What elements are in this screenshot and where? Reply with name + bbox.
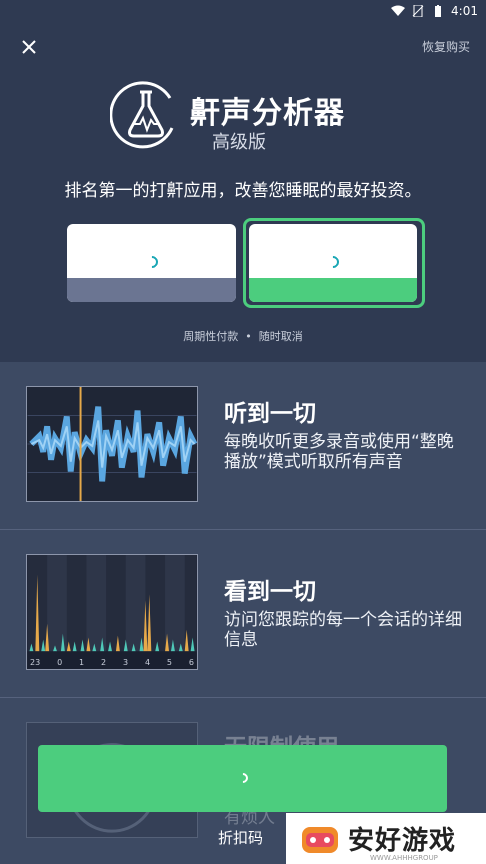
plan-option-bar [249, 278, 417, 302]
loading-spinner-icon [143, 253, 160, 271]
flask-logo-icon [110, 81, 174, 149]
timeline-chart-thumbnail [26, 554, 198, 670]
feature-listen: 听到一切 每晚收听更多录音或使用“整晚播放”模式听取所有声音 [0, 362, 486, 530]
plan-option-1[interactable] [67, 224, 236, 302]
wifi-icon [391, 5, 406, 16]
axis-tick: 1 [79, 658, 85, 667]
battery-icon [435, 5, 442, 17]
feature-see: 23 0 1 2 3 4 5 6 看到一切 访问您跟踪的每一个会话的详细信息 [0, 530, 486, 698]
axis-tick: 6 [188, 658, 194, 667]
axis-tick: 3 [122, 658, 129, 667]
axis-tick: 0 [57, 658, 63, 667]
waveform-thumbnail [26, 386, 198, 502]
axis-tick: 5 [166, 658, 172, 667]
terms-cancel: 随时取消 [258, 330, 303, 343]
feature-title: 听到一切 [224, 401, 316, 427]
payment-terms: 周期性付款 • 随时取消 [0, 328, 486, 344]
plan-option-2[interactable] [249, 224, 417, 302]
watermark-logo: 安好游戏 WWW.AHHHGROUP [286, 813, 486, 864]
chart-axis-ticks: 23 0 1 2 3 4 5 6 [27, 658, 197, 667]
header: 恢复购买 鼾声分析器 高级版 排名第一的打鼾应用，改善您睡眠的最好投资。 周期性… [0, 22, 486, 362]
feature-title: 看到一切 [224, 579, 316, 605]
app-title: 鼾声分析器 [190, 96, 345, 131]
loading-spinner-icon [235, 770, 250, 786]
close-icon[interactable] [18, 36, 40, 58]
terms-recurring: 周期性付款 [183, 330, 239, 343]
tagline: 排名第一的打鼾应用，改善您睡眠的最好投资。 [64, 181, 422, 201]
restore-purchase-link[interactable]: 恢复购买 [422, 38, 470, 55]
plan-option-bar [67, 278, 236, 302]
status-bar: 4:01 [0, 0, 486, 22]
discount-code-link[interactable]: 折扣码 [218, 827, 263, 848]
dot-separator: • [241, 330, 259, 343]
axis-tick: 4 [144, 658, 151, 667]
axis-tick: 2 [101, 658, 107, 667]
watermark-text: 安好游戏 [348, 826, 457, 856]
purchase-button[interactable] [38, 745, 447, 812]
gamepad-icon [302, 826, 338, 853]
loading-spinner-icon [324, 253, 342, 271]
axis-tick: 23 [30, 658, 41, 667]
watermark-subtext: WWW.AHHHGROUP [370, 854, 438, 862]
clock: 4:01 [451, 4, 478, 18]
feature-description: 访问您跟踪的每一个会话的详细信息 [224, 610, 462, 650]
app-subtitle: 高级版 [212, 132, 266, 153]
no-sim-icon [412, 5, 424, 17]
feature-description: 每晚收听更多录音或使用“整晚播放”模式听取所有声音 [224, 432, 454, 472]
